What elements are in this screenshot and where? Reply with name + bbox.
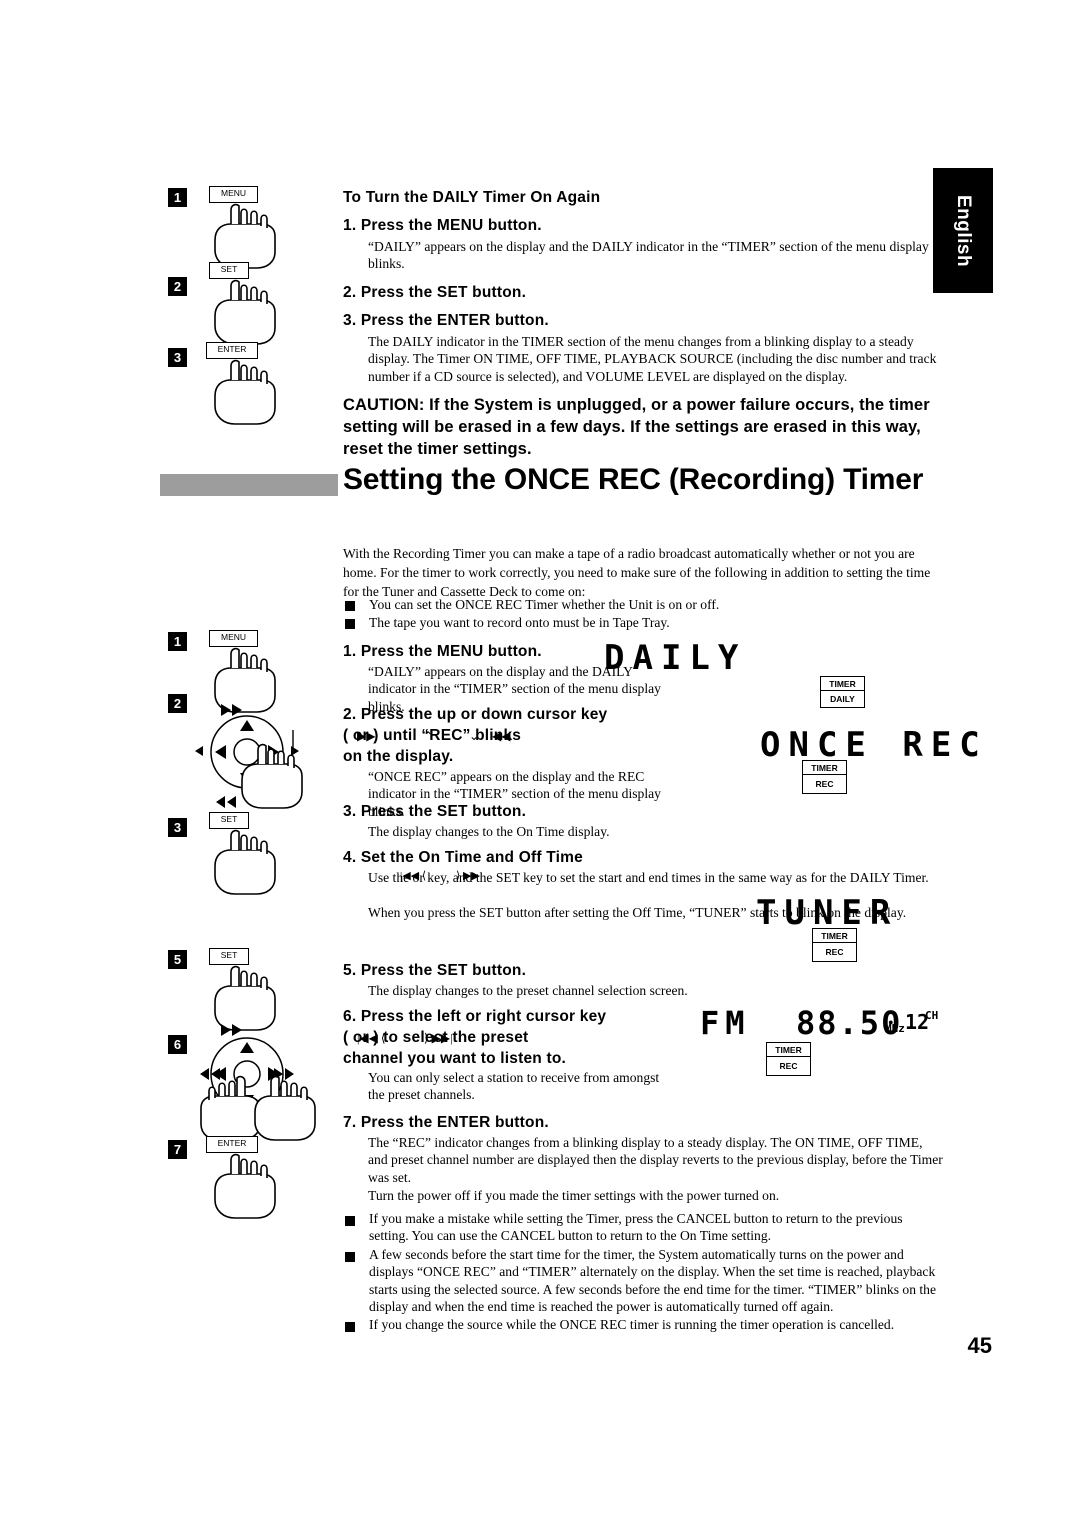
- step-number-badge: 7: [168, 1140, 187, 1159]
- hand-pointer-icon: [232, 740, 318, 814]
- final-bullet-1: If you make a mistake while setting the …: [369, 1211, 903, 1244]
- indicator-daily: DAILY: [820, 690, 865, 708]
- step-number-badge: 1: [168, 632, 187, 651]
- indicator-rec: REC: [766, 1056, 811, 1076]
- step-7-body-2: Turn the power off if you made the timer…: [368, 1188, 780, 1203]
- step-2-title-line3: on the display.: [343, 748, 454, 765]
- cursor-down-icon: ⌄: [469, 729, 480, 743]
- display-once-rec-text: ONCE REC: [760, 725, 988, 765]
- step-number-badge: 2: [168, 277, 187, 296]
- display-channel-unit: CH: [925, 1009, 939, 1022]
- caution-text: CAUTION: If the System is unplugged, or …: [343, 396, 930, 458]
- indicator-rec: REC: [802, 774, 847, 794]
- hand-pointer-icon: [205, 1150, 291, 1224]
- step-4-title: 4. Set the On Time and Off Time: [343, 849, 583, 866]
- step-number-badge: 3: [168, 818, 187, 837]
- step-number-badge: 1: [168, 188, 187, 207]
- hand-pointer-icon: [205, 356, 291, 430]
- page-number: 45: [967, 1333, 992, 1358]
- cursor-next-icon: ⟩ ▶▶|: [424, 1031, 453, 1045]
- cursor-up-icon: ⌃: [423, 729, 434, 743]
- hand-pointer-icon: [205, 276, 291, 350]
- cursor-prev-icon: |◀◀ ⟨: [357, 1031, 386, 1045]
- top-step-3-body: The DAILY indicator in the TIMER section…: [368, 334, 937, 384]
- display-tuner-text: TUNER: [756, 893, 899, 933]
- top-section-heading: To Turn the DAILY Timer On Again: [343, 189, 601, 206]
- bullet-marker: [345, 1322, 355, 1332]
- inline-rew-icon: |◀◀ ⟨: [400, 870, 427, 882]
- indicator-rec: REC: [812, 942, 857, 962]
- hand-pointer-icon: [245, 1072, 331, 1146]
- bullet-marker: [345, 619, 355, 629]
- section-intro: With the Recording Timer you can make a …: [343, 546, 931, 599]
- cursor-ff-icon: ▶▶: [357, 729, 376, 743]
- step-7-body-1: The “REC” indicator changes from a blink…: [368, 1135, 943, 1185]
- bullet-marker: [345, 1216, 355, 1226]
- step-6-title-line3: channel you want to listen to.: [343, 1050, 567, 1067]
- top-step-1-body: “DAILY” appears on the display and the D…: [368, 239, 929, 272]
- display-frequency-unit: MHz: [885, 1022, 905, 1035]
- cursor-rew-icon: ◀◀: [492, 729, 511, 743]
- step-2-title-line2: ( or ) until “REC” blinks: [343, 727, 522, 744]
- hand-pointer-icon: [205, 826, 291, 900]
- manual-page: English 1 MENU 2 SET 3 ENTER To Turn the…: [0, 0, 1080, 1527]
- display-daily-text: DAILY: [604, 638, 747, 678]
- section-bullet-1: You can set the ONCE REC Timer whether t…: [369, 597, 720, 612]
- inline-ff-icon: ⟩ ▶▶|: [456, 870, 483, 882]
- step-number-badge: 3: [168, 348, 187, 367]
- top-step-2-title: 2. Press the SET button.: [343, 284, 527, 301]
- step-5-title: 5. Press the SET button.: [343, 962, 527, 979]
- top-step-3-title: 3. Press the ENTER button.: [343, 312, 549, 329]
- final-bullet-3: If you change the source while the ONCE …: [369, 1317, 895, 1332]
- step-2-title-line1: 2. Press the up or down cursor key: [343, 706, 608, 723]
- section-bullet-2: The tape you want to record onto must be…: [369, 615, 670, 630]
- final-bullet-2: A few seconds before the start time for …: [369, 1247, 937, 1315]
- bullet-marker: [345, 601, 355, 611]
- section-title: Setting the ONCE REC (Recording) Timer: [343, 463, 924, 496]
- section-rule: [160, 474, 338, 496]
- step-3-title: 3. Press the SET button.: [343, 803, 527, 820]
- language-tab: English: [933, 168, 993, 293]
- step-3-body: The display changes to the On Time displ…: [368, 824, 610, 839]
- language-tab-label: English: [953, 194, 974, 267]
- step-4-body-1: Use the or key, and the SET key to set t…: [368, 870, 929, 885]
- step-7-title: 7. Press the ENTER button.: [343, 1114, 549, 1131]
- step-number-badge: 5: [168, 950, 187, 969]
- display-fm-band: FM: [700, 1004, 751, 1042]
- bullet-marker: [345, 1252, 355, 1262]
- step-5-body: The display changes to the preset channe…: [368, 983, 688, 998]
- step-6-body: You can only select a station to receive…: [368, 1070, 660, 1103]
- top-step-1-title: 1. Press the MENU button.: [343, 217, 542, 234]
